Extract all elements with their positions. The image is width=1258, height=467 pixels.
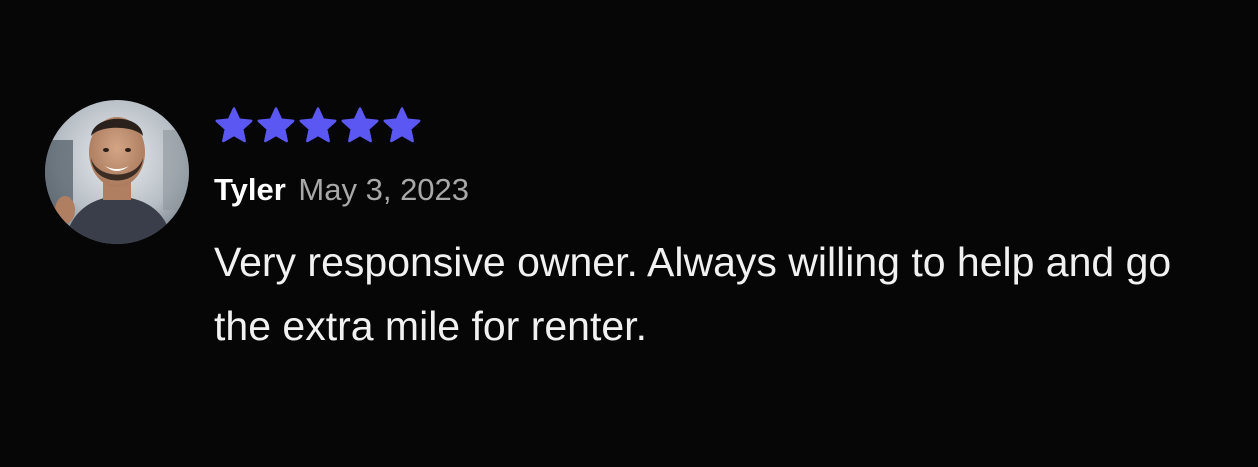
star-icon	[382, 106, 422, 146]
star-icon	[340, 106, 380, 146]
review-text: Very responsive owner. Always willing to…	[214, 239, 1172, 349]
review-date: May 3, 2023	[298, 172, 470, 207]
review-card: Tyler May 3, 2023 Very responsive owner.…	[0, 0, 1258, 467]
star-icon	[214, 106, 254, 146]
review-content: Tyler May 3, 2023 Very responsive owner.…	[214, 104, 1214, 358]
star-rating	[214, 104, 1214, 148]
star-icon	[298, 106, 338, 146]
avatar-photo-icon	[45, 100, 189, 244]
star-icon	[256, 106, 296, 146]
reviewer-name[interactable]: Tyler	[214, 172, 286, 207]
review-meta: Tyler May 3, 2023	[214, 172, 1214, 208]
reviewer-avatar[interactable]	[45, 100, 189, 244]
